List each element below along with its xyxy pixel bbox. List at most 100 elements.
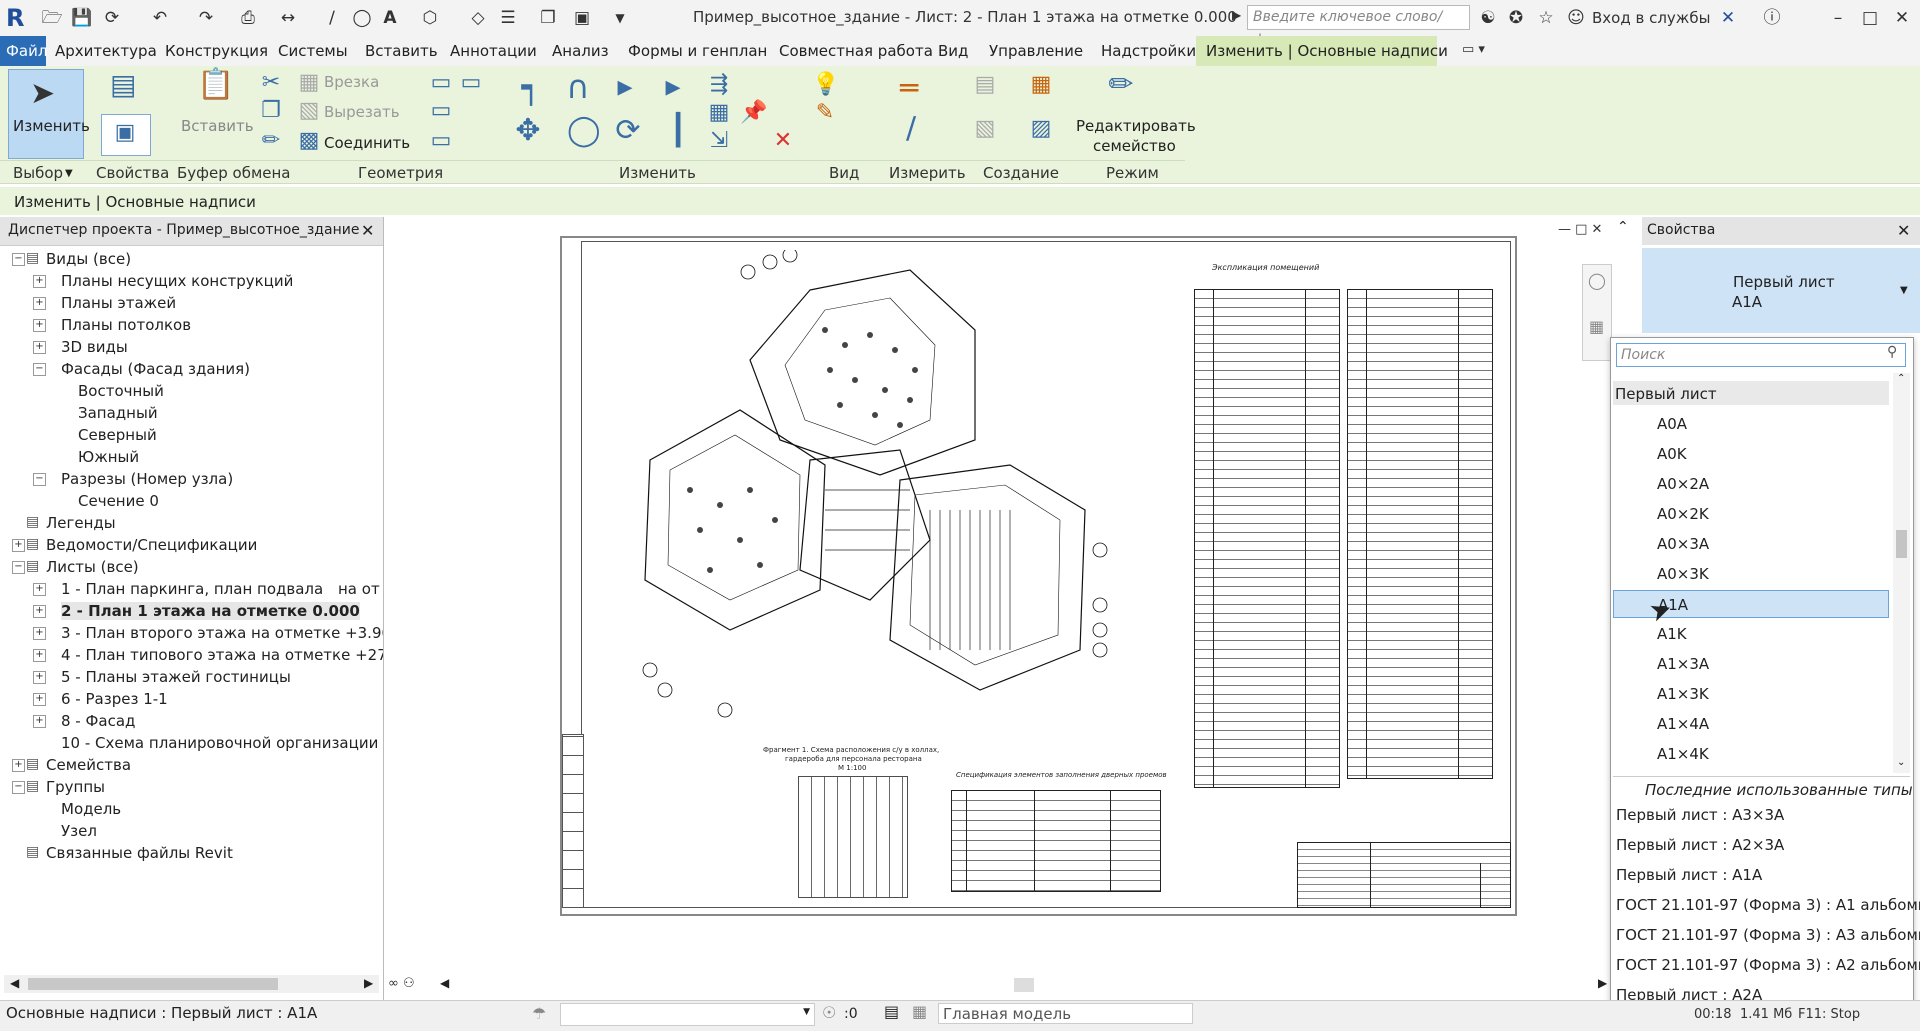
expand-icon[interactable]: + — [33, 341, 46, 354]
fragment-plan[interactable] — [798, 776, 908, 898]
collapse-icon[interactable]: − — [33, 363, 46, 376]
pin-icon[interactable]: 📌 — [740, 100, 767, 126]
scale-icon[interactable]: ⇲ — [706, 128, 732, 154]
tree-item[interactable]: + ▤ Семейства — [0, 754, 383, 776]
subscription-icon[interactable]: ✪ — [1504, 6, 1528, 30]
tab-modify-titleblocks[interactable]: Изменить | Основные надписи — [1206, 42, 1448, 60]
tree-item[interactable]: − Разрезы (Номер узла) — [0, 468, 383, 490]
workset-icon[interactable]: ☂ — [532, 1004, 546, 1023]
measure-icon[interactable]: ↔ — [276, 6, 300, 30]
tab-annotate[interactable]: Аннотации — [450, 42, 537, 60]
redo-icon[interactable]: ↷ — [194, 6, 218, 30]
scroll-left-icon[interactable]: ◀ — [10, 976, 19, 990]
collapse-icon[interactable]: − — [33, 473, 46, 486]
create-parts-icon[interactable]: ▧ — [972, 116, 998, 142]
panel-select-label[interactable]: Выбор — [13, 164, 63, 182]
properties-close-icon[interactable]: ✕ — [1897, 221, 1910, 240]
tree-item[interactable]: Сечение 0 — [0, 490, 383, 512]
geometry-tool-3-icon[interactable]: ▭ — [428, 98, 454, 124]
tab-manage[interactable]: Управление — [989, 42, 1083, 60]
save-icon[interactable]: 💾 — [70, 6, 94, 30]
offset-icon[interactable]: ∩ — [565, 71, 591, 103]
scroll-right-icon[interactable]: ▶ — [364, 976, 373, 990]
zoom-icon[interactable]: ▦ — [1589, 317, 1604, 336]
dimension-ribbon-icon[interactable]: ∕ — [898, 114, 924, 144]
expand-icon[interactable]: + — [12, 759, 25, 772]
editable-only-icon[interactable]: ☉ — [822, 1003, 836, 1022]
geometry-tool-2-icon[interactable]: ▭ — [458, 70, 484, 96]
recent-type-option[interactable]: ГОСТ 21.101-97 (Форма 3) : A2 альбомный — [1616, 956, 1920, 974]
tree-item[interactable]: +3 - План второго этажа на отметке +3.90… — [0, 622, 383, 644]
collapse-icon[interactable]: − — [12, 781, 25, 794]
favorites-icon[interactable]: ☆ — [1534, 6, 1558, 30]
align-icon[interactable]: ┑ — [518, 71, 544, 103]
section-icon[interactable]: ◇ — [466, 6, 490, 30]
create-similar-icon[interactable]: ▦ — [1028, 72, 1054, 98]
trim-icon[interactable]: ┃ — [665, 116, 691, 146]
collapse-icon[interactable]: − — [12, 253, 25, 266]
expand-search-icon[interactable]: ▶ — [1232, 8, 1241, 22]
tab-systems[interactable]: Системы — [278, 42, 348, 60]
mirror-axis-icon[interactable]: ▸ — [612, 72, 638, 102]
tree-item[interactable]: + Планы потолков — [0, 314, 383, 336]
tree-item[interactable]: − ▤ Группы — [0, 776, 383, 798]
thin-lines-icon[interactable]: ☰ — [496, 6, 520, 30]
dimension-icon[interactable]: ∕ — [320, 6, 344, 30]
navigation-bar[interactable]: ◯ ▦ — [1582, 264, 1612, 361]
tree-item[interactable]: +6 - Разрез 1-1 — [0, 688, 383, 710]
sign-in-link[interactable]: Вход в службы — [1592, 9, 1710, 27]
recent-type-option[interactable]: Первый лист : A3×3A — [1616, 806, 1784, 824]
dropdown-scroll-down-icon[interactable]: ⌄ — [1897, 757, 1905, 768]
revit-logo-icon[interactable]: R — [6, 4, 32, 32]
scroll-thumb[interactable] — [28, 978, 278, 990]
tree-item[interactable]: Модель — [0, 798, 383, 820]
tree-item[interactable]: Восточный — [0, 380, 383, 402]
tree-item[interactable]: +4 - План типового этажа на отметке +27.… — [0, 644, 383, 666]
project-browser-hscrollbar[interactable]: ◀ ▶ — [4, 975, 379, 993]
customize-icon[interactable]: ▼ — [608, 6, 632, 30]
expand-icon[interactable]: + — [12, 539, 25, 552]
expand-icon[interactable]: + — [33, 275, 46, 288]
geometry-tool-4-icon[interactable]: ▭ — [428, 128, 454, 154]
tree-item[interactable]: − Фасады (Фасад здания) — [0, 358, 383, 380]
expand-icon[interactable]: + — [33, 627, 46, 640]
tab-architecture[interactable]: Архитектура — [55, 42, 157, 60]
expand-icon[interactable]: + — [33, 715, 46, 728]
canvas-scroll-left-icon[interactable]: ◀ — [440, 976, 449, 990]
tab-insert[interactable]: Вставить — [365, 42, 438, 60]
type-option[interactable]: A1×4A — [1613, 710, 1889, 738]
type-selector-chevron-icon[interactable]: ▼ — [1900, 285, 1908, 296]
rotate-icon[interactable]: ⟳ — [615, 116, 641, 146]
cut-geometry-label[interactable]: Вырезать — [324, 103, 400, 121]
tree-item[interactable]: + ▤ Ведомости/Спецификации — [0, 534, 383, 556]
tab-view[interactable]: Вид — [938, 42, 968, 60]
design-options-2-icon[interactable]: ▦ — [912, 1002, 927, 1021]
tab-file[interactable]: Файл — [6, 42, 47, 60]
tree-item[interactable]: +8 - Фасад — [0, 710, 383, 732]
canvas-scroll-right-icon[interactable]: ▶ — [1598, 976, 1607, 990]
expand-icon[interactable]: + — [33, 693, 46, 706]
type-option[interactable]: A0×2A — [1613, 470, 1889, 498]
select-dropdown-icon[interactable]: ▼ — [65, 168, 73, 179]
close-window-icon[interactable]: ✕ — [1890, 6, 1914, 30]
join-label[interactable]: Соединить — [324, 134, 410, 152]
type-option[interactable]: A0×2K — [1613, 500, 1889, 528]
text-icon[interactable]: A — [378, 6, 402, 30]
tree-item[interactable]: +1 - План паркинга, план подвала на от — [0, 578, 383, 600]
workset-chevron-icon[interactable]: ▼ — [803, 1007, 810, 1017]
help-search-input[interactable]: Введите ключевое слово/фразу — [1247, 5, 1470, 48]
tree-item[interactable]: + Планы несущих конструкций — [0, 270, 383, 292]
hide-view-icon[interactable]: 💡 — [812, 72, 839, 98]
open-icon[interactable]: 🗁 — [40, 6, 64, 30]
close-views-icon[interactable]: ❐ — [536, 6, 560, 30]
tab-massing-site[interactable]: Формы и генплан — [628, 42, 767, 60]
expand-icon[interactable]: + — [33, 649, 46, 662]
copy-icon[interactable]: ❐ — [258, 98, 284, 124]
measure-ribbon-icon[interactable]: ═ — [896, 74, 922, 104]
expand-icon[interactable]: + — [33, 297, 46, 310]
user-icon[interactable]: ☺ — [1564, 6, 1588, 30]
maximize-icon[interactable]: □ — [1858, 6, 1882, 30]
edit-family-label-1[interactable]: Редактировать — [1076, 117, 1196, 135]
dropdown-scroll-thumb[interactable] — [1896, 530, 1907, 558]
edit-family-label-2[interactable]: семейство — [1093, 137, 1176, 155]
